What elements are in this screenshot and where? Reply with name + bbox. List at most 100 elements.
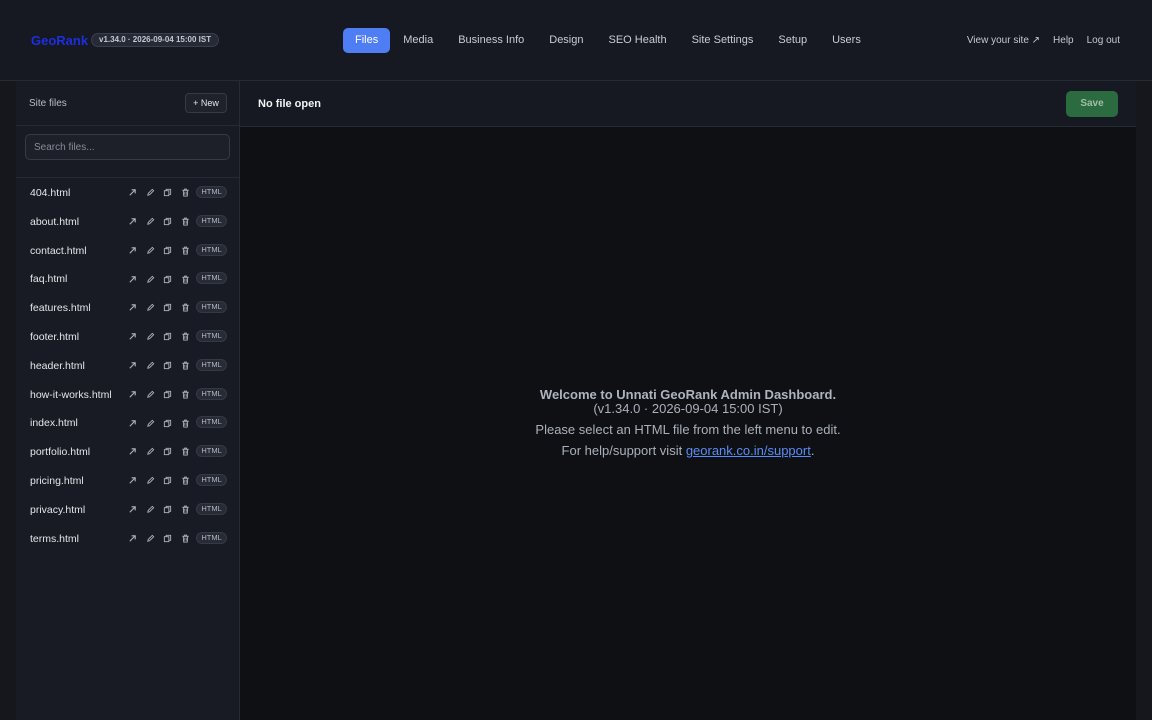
external-link-icon[interactable]	[124, 444, 142, 458]
trash-icon[interactable]	[177, 358, 195, 372]
pencil-icon[interactable]	[142, 473, 160, 487]
trash-icon[interactable]	[177, 444, 195, 458]
file-name[interactable]: pricing.html	[30, 475, 84, 487]
file-name[interactable]: how-it-works.html	[30, 389, 112, 401]
external-link-icon[interactable]	[124, 300, 142, 314]
copy-icon[interactable]	[159, 271, 177, 285]
nav-tab-seo-health[interactable]: SEO Health	[597, 28, 679, 53]
nav-tab-business-info[interactable]: Business Info	[446, 28, 536, 53]
file-row[interactable]: privacy.html HTML	[16, 495, 240, 524]
pencil-icon[interactable]	[142, 214, 160, 228]
file-row[interactable]: terms.html HTML	[16, 524, 240, 553]
file-row[interactable]: 404.html HTML	[16, 178, 240, 207]
external-link-icon[interactable]	[124, 473, 142, 487]
copy-icon[interactable]	[159, 531, 177, 545]
file-row[interactable]: features.html HTML	[16, 293, 240, 322]
file-name[interactable]: footer.html	[30, 331, 79, 343]
file-actions: HTML	[124, 473, 227, 487]
file-row[interactable]: footer.html HTML	[16, 322, 240, 351]
file-row[interactable]: how-it-works.html HTML	[16, 380, 240, 409]
file-row[interactable]: portfolio.html HTML	[16, 437, 240, 466]
file-row[interactable]: index.html HTML	[16, 408, 240, 437]
nav-tab-site-settings[interactable]: Site Settings	[680, 28, 766, 53]
logout-link[interactable]: Log out	[1087, 35, 1120, 46]
trash-icon[interactable]	[177, 502, 195, 516]
file-name[interactable]: features.html	[30, 302, 91, 314]
external-link-icon[interactable]	[124, 185, 142, 199]
external-link-icon[interactable]	[124, 243, 142, 257]
external-link-icon[interactable]	[124, 271, 142, 285]
nav-tab-media[interactable]: Media	[391, 28, 445, 53]
external-link-icon[interactable]	[124, 358, 142, 372]
trash-icon[interactable]	[177, 329, 195, 343]
left-gutter	[0, 81, 16, 720]
pencil-icon[interactable]	[142, 387, 160, 401]
file-name[interactable]: privacy.html	[30, 504, 85, 516]
external-link-icon[interactable]	[124, 415, 142, 429]
file-name[interactable]: contact.html	[30, 245, 87, 257]
trash-icon[interactable]	[177, 300, 195, 314]
file-name[interactable]: terms.html	[30, 533, 79, 545]
file-name[interactable]: 404.html	[30, 187, 70, 199]
pencil-icon[interactable]	[142, 358, 160, 372]
pencil-icon[interactable]	[142, 531, 160, 545]
external-link-icon[interactable]	[124, 214, 142, 228]
nav-tab-files[interactable]: Files	[343, 28, 391, 53]
file-name[interactable]: about.html	[30, 216, 79, 228]
copy-icon[interactable]	[159, 185, 177, 199]
file-actions: HTML	[124, 271, 227, 285]
pencil-icon[interactable]	[142, 185, 160, 199]
file-row[interactable]: about.html HTML	[16, 207, 240, 236]
pencil-icon[interactable]	[142, 271, 160, 285]
trash-icon[interactable]	[177, 415, 195, 429]
pencil-icon[interactable]	[142, 502, 160, 516]
nav-tab-design[interactable]: Design	[537, 28, 595, 53]
external-link-icon[interactable]	[124, 531, 142, 545]
brand-logo[interactable]: GeoRank	[31, 33, 88, 48]
trash-icon[interactable]	[177, 387, 195, 401]
external-link-icon[interactable]	[124, 387, 142, 401]
external-link-icon[interactable]	[124, 329, 142, 343]
copy-icon[interactable]	[159, 243, 177, 257]
pencil-icon[interactable]	[142, 243, 160, 257]
file-name[interactable]: index.html	[30, 417, 78, 429]
file-row[interactable]: header.html HTML	[16, 351, 240, 380]
pencil-icon[interactable]	[142, 444, 160, 458]
file-name[interactable]: faq.html	[30, 273, 67, 285]
nav-tab-setup[interactable]: Setup	[766, 28, 819, 53]
top-bar: GeoRank v1.34.0 · 2026-09-04 15:00 IST F…	[0, 0, 1152, 81]
copy-icon[interactable]	[159, 300, 177, 314]
trash-icon[interactable]	[177, 531, 195, 545]
trash-icon[interactable]	[177, 271, 195, 285]
copy-icon[interactable]	[159, 358, 177, 372]
copy-icon[interactable]	[159, 387, 177, 401]
help-link[interactable]: Help	[1053, 35, 1074, 46]
file-name[interactable]: header.html	[30, 360, 85, 372]
save-button[interactable]: Save	[1066, 91, 1118, 117]
file-type-badge: HTML	[196, 329, 227, 342]
pencil-icon[interactable]	[142, 300, 160, 314]
copy-icon[interactable]	[159, 502, 177, 516]
file-name[interactable]: portfolio.html	[30, 446, 90, 458]
pencil-icon[interactable]	[142, 415, 160, 429]
copy-icon[interactable]	[159, 473, 177, 487]
support-link[interactable]: georank.co.in/support	[686, 443, 811, 458]
copy-icon[interactable]	[159, 415, 177, 429]
trash-icon[interactable]	[177, 243, 195, 257]
copy-icon[interactable]	[159, 214, 177, 228]
nav-tab-users[interactable]: Users	[820, 28, 873, 53]
trash-icon[interactable]	[177, 473, 195, 487]
external-link-icon[interactable]	[124, 502, 142, 516]
file-row[interactable]: faq.html HTML	[16, 264, 240, 293]
view-site-link[interactable]: View your site ↗	[967, 35, 1040, 46]
trash-icon[interactable]	[177, 185, 195, 199]
copy-icon[interactable]	[159, 329, 177, 343]
file-sidebar: Site files + New 404.html HTML about.html H…	[16, 81, 240, 720]
file-row[interactable]: pricing.html HTML	[16, 466, 240, 495]
search-files-input[interactable]	[25, 134, 230, 160]
trash-icon[interactable]	[177, 214, 195, 228]
copy-icon[interactable]	[159, 444, 177, 458]
file-row[interactable]: contact.html HTML	[16, 236, 240, 265]
pencil-icon[interactable]	[142, 329, 160, 343]
new-file-button[interactable]: + New	[185, 93, 227, 113]
